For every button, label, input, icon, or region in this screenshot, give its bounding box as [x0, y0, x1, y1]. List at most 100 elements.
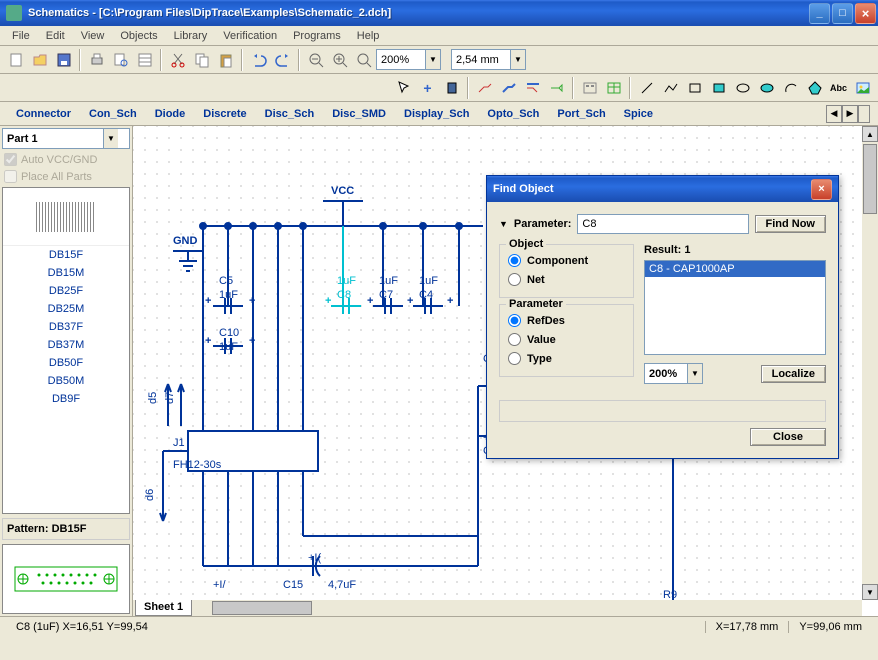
print-button[interactable] — [85, 49, 108, 71]
library-tab[interactable]: Display_Sch — [396, 106, 477, 122]
polyline-button[interactable] — [659, 77, 682, 99]
library-tab[interactable]: Port_Sch — [549, 106, 613, 122]
chevron-down-icon[interactable]: ▼ — [687, 364, 702, 383]
image-button[interactable] — [851, 77, 874, 99]
minimize-button[interactable]: _ — [809, 3, 830, 24]
menu-file[interactable]: File — [4, 28, 38, 44]
parameter-input[interactable] — [577, 214, 748, 234]
menu-view[interactable]: View — [73, 28, 113, 44]
component-button[interactable]: + — [416, 77, 439, 99]
value-radio[interactable]: Value — [508, 330, 625, 349]
list-item[interactable]: DB37F — [3, 318, 129, 336]
library-tab[interactable]: Opto_Sch — [479, 106, 547, 122]
library-tab[interactable]: Connector — [8, 106, 79, 122]
library-tab[interactable]: Disc_SMD — [324, 106, 394, 122]
bus-button[interactable] — [497, 77, 520, 99]
part-selector-input[interactable] — [3, 133, 103, 145]
menu-verification[interactable]: Verification — [215, 28, 285, 44]
menu-objects[interactable]: Objects — [112, 28, 165, 44]
part-selector[interactable]: ▼ — [2, 128, 130, 149]
find-now-button[interactable]: Find Now — [755, 215, 827, 233]
grid-input[interactable] — [452, 54, 510, 66]
chevron-down-icon[interactable]: ▼ — [103, 129, 118, 148]
component-radio[interactable]: Component — [508, 251, 625, 270]
list-item[interactable]: DB25F — [3, 282, 129, 300]
zoom-input[interactable] — [377, 54, 425, 66]
libstrip-menu-button[interactable] — [858, 105, 870, 123]
menu-edit[interactable]: Edit — [38, 28, 73, 44]
scroll-down-icon[interactable]: ▼ — [862, 584, 878, 600]
list-item[interactable]: DB50M — [3, 372, 129, 390]
arc-button[interactable] — [779, 77, 802, 99]
netport-button[interactable] — [545, 77, 568, 99]
menu-programs[interactable]: Programs — [285, 28, 349, 44]
ic-button[interactable] — [440, 77, 463, 99]
wire-button[interactable] — [473, 77, 496, 99]
libstrip-prev-button[interactable]: ◀ — [826, 105, 842, 123]
dialog-titlebar[interactable]: Find Object × — [487, 176, 838, 202]
net-radio[interactable]: Net — [508, 270, 625, 289]
zoom-out-button[interactable] — [304, 49, 327, 71]
dialog-zoom-input[interactable] — [645, 368, 687, 380]
localize-button[interactable]: Localize — [761, 365, 826, 383]
scrollbar-thumb[interactable] — [863, 144, 877, 214]
line-button[interactable] — [635, 77, 658, 99]
result-item[interactable]: C8 - CAP1000AP — [645, 261, 825, 277]
refdes-radio[interactable]: RefDes — [508, 311, 625, 330]
list-item[interactable]: DB15F — [3, 246, 129, 264]
rect-button[interactable] — [683, 77, 706, 99]
pointer-button[interactable] — [392, 77, 415, 99]
new-button[interactable] — [4, 49, 27, 71]
list-item[interactable]: DB15M — [3, 264, 129, 282]
library-tab[interactable]: Disc_Sch — [257, 106, 323, 122]
zoom-in-button[interactable] — [328, 49, 351, 71]
hierarchy-button[interactable] — [578, 77, 601, 99]
preview-button[interactable] — [109, 49, 132, 71]
library-tab[interactable]: Con_Sch — [81, 106, 145, 122]
copy-button[interactable] — [190, 49, 213, 71]
open-button[interactable] — [28, 49, 51, 71]
text-button[interactable]: Abc — [827, 77, 850, 99]
scrollbar-thumb[interactable] — [212, 601, 312, 615]
busconn-button[interactable] — [521, 77, 544, 99]
sheet-tab[interactable]: Sheet 1 — [135, 600, 192, 616]
ellipse-button[interactable] — [731, 77, 754, 99]
type-radio[interactable]: Type — [508, 349, 625, 368]
save-button[interactable] — [52, 49, 75, 71]
menu-help[interactable]: Help — [349, 28, 388, 44]
fillrect-button[interactable] — [707, 77, 730, 99]
library-tab[interactable]: Diode — [147, 106, 194, 122]
redo-button[interactable] — [271, 49, 294, 71]
maximize-button[interactable]: □ — [832, 3, 853, 24]
list-item[interactable]: DB37M — [3, 336, 129, 354]
close-button[interactable]: × — [855, 3, 876, 24]
zoom-window-button[interactable] — [352, 49, 375, 71]
dialog-close-btn[interactable]: Close — [750, 428, 826, 446]
library-tab[interactable]: Discrete — [195, 106, 254, 122]
fillellipse-button[interactable] — [755, 77, 778, 99]
collapse-icon[interactable]: ▼ — [499, 219, 508, 229]
undo-button[interactable] — [247, 49, 270, 71]
paste-button[interactable] — [214, 49, 237, 71]
dialog-zoom-combo[interactable]: ▼ — [644, 363, 703, 384]
library-tab[interactable]: Spice — [616, 106, 661, 122]
table-button[interactable] — [602, 77, 625, 99]
list-item[interactable]: DB50F — [3, 354, 129, 372]
result-list[interactable]: C8 - CAP1000AP — [644, 260, 826, 355]
list-item[interactable]: DB25M — [3, 300, 129, 318]
cut-button[interactable] — [166, 49, 189, 71]
zoom-combo[interactable]: ▼ — [376, 49, 441, 70]
titleblock-button[interactable] — [133, 49, 156, 71]
horizontal-scrollbar[interactable]: Sheet 1 — [133, 600, 862, 616]
part-list[interactable]: DB15F DB15M DB25F DB25M DB37F DB37M DB50… — [2, 187, 130, 514]
libstrip-next-button[interactable]: ▶ — [842, 105, 858, 123]
vertical-scrollbar[interactable]: ▲ ▼ — [862, 126, 878, 600]
scroll-up-icon[interactable]: ▲ — [862, 126, 878, 142]
list-item[interactable]: DB9F — [3, 390, 129, 408]
grid-combo[interactable]: ▼ — [451, 49, 526, 70]
dialog-close-button[interactable]: × — [811, 179, 832, 200]
chevron-down-icon[interactable]: ▼ — [425, 50, 440, 69]
chevron-down-icon[interactable]: ▼ — [510, 50, 525, 69]
poly-button[interactable] — [803, 77, 826, 99]
menu-library[interactable]: Library — [166, 28, 216, 44]
